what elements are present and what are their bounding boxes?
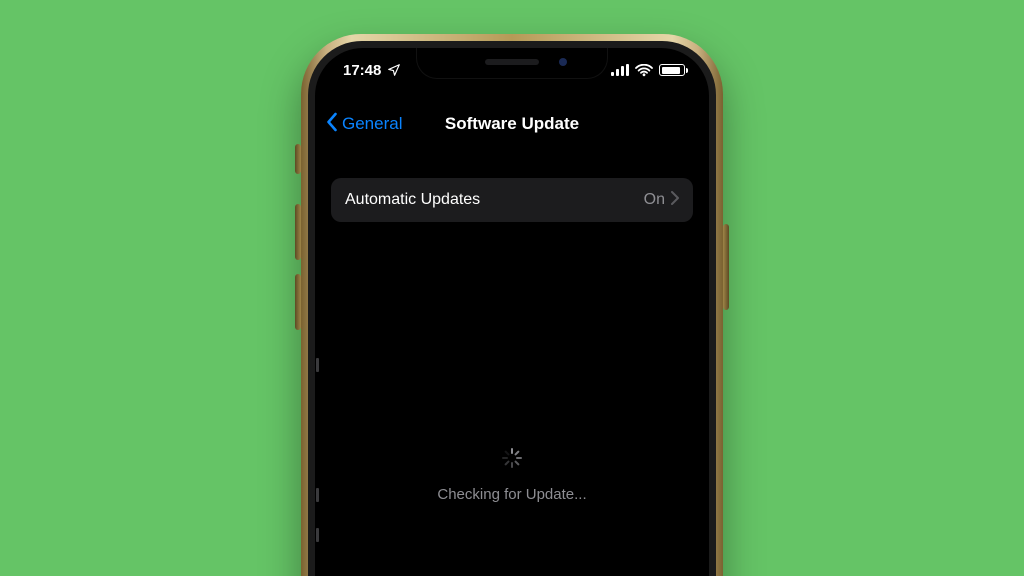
volume-down-button (295, 274, 301, 330)
nav-bar: General Software Update (315, 102, 709, 146)
edge-artifact (316, 528, 319, 542)
notch (417, 48, 607, 78)
back-button[interactable]: General (325, 102, 402, 146)
edge-artifact (316, 488, 319, 502)
volume-up-button (295, 204, 301, 260)
edge-artifact (316, 358, 319, 372)
stage: 17:48 (0, 0, 1024, 576)
spinner-icon (502, 448, 522, 468)
page-title: Software Update (445, 114, 579, 134)
power-button (723, 224, 729, 310)
loading-text: Checking for Update... (315, 486, 709, 503)
content: Automatic Updates On (315, 158, 709, 576)
cellular-icon (611, 64, 629, 76)
chevron-right-icon (671, 191, 679, 210)
location-icon (387, 63, 401, 77)
automatic-updates-label: Automatic Updates (345, 191, 644, 209)
status-time: 17:48 (343, 62, 381, 79)
battery-level (662, 67, 680, 74)
automatic-updates-value: On (644, 191, 665, 209)
phone-frame: 17:48 (301, 34, 723, 576)
wifi-icon (635, 64, 653, 77)
back-label: General (342, 114, 402, 134)
automatic-updates-row[interactable]: Automatic Updates On (331, 178, 693, 222)
loading-area: Checking for Update... (315, 448, 709, 503)
silence-switch (295, 144, 301, 174)
phone-screen: 17:48 (315, 48, 709, 576)
chevron-left-icon (325, 112, 338, 137)
battery-icon (659, 64, 685, 76)
